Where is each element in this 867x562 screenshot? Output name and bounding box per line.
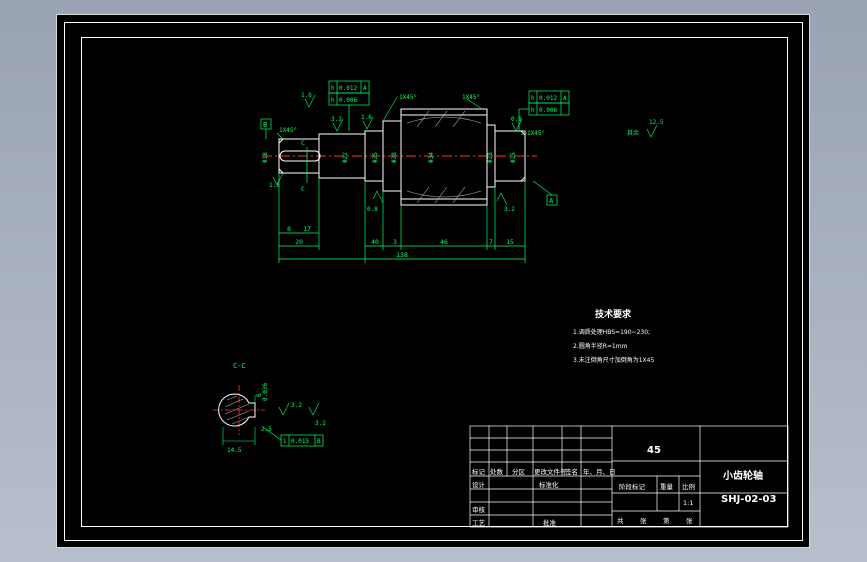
tol-right-1-symbol: h — [531, 95, 535, 102]
tb-stage-label: 阶段标记 — [619, 483, 645, 491]
gear-hatch — [406, 110, 482, 204]
section-dim-tol: 0.036 — [262, 383, 269, 401]
tol-left-2-symbol: h — [331, 97, 335, 104]
tol-left-1-datum: A — [363, 85, 367, 92]
section-tolerance-frame: i 0.015 B — [262, 426, 324, 447]
tb-design-label: 设计 — [472, 481, 485, 489]
tb-standardize-label: 标准化 — [539, 481, 559, 489]
tolerance-frame-right: h 0.012 A h 0.006 — [518, 90, 570, 131]
chamfer-1: 1X45° — [279, 127, 297, 134]
tb-zone-label: 分区 — [512, 468, 525, 476]
dim-138: 138 — [396, 251, 408, 259]
drawing-number: SHJ-02-03 — [721, 494, 777, 505]
chamfer-callouts: 1X45° 1X45° 1X45° 1X45° — [276, 94, 545, 140]
tb-sheet-no-unit: 张 — [686, 517, 693, 525]
section-tol-datum: B — [317, 438, 321, 445]
tb-sign-label: 签名 — [565, 468, 578, 476]
section-mark-bottom: C — [301, 185, 305, 193]
tol-right-2-value: 0.006 — [539, 107, 557, 114]
dim-8: 8 — [287, 225, 291, 233]
tb-sheet-total: 共 — [617, 517, 624, 525]
section-view-cc: C-C 6 0.036 14.5 3.2 3.2 i 0.015 B — [213, 362, 326, 454]
tb-sheet-total-unit: 张 — [640, 517, 647, 525]
dia-28-right: Φ28 — [487, 152, 494, 163]
dim-3: 3 — [393, 238, 397, 246]
datum-b: B — [260, 118, 272, 139]
roughness-symbols — [272, 94, 658, 206]
dim-20: 20 — [295, 238, 303, 246]
tb-changefile-label: 更改文件号 — [534, 468, 567, 476]
dim-40: 40 — [371, 238, 379, 246]
ra-5: 0.8 — [367, 206, 378, 213]
tol-right-2-symbol: h — [531, 107, 535, 114]
section-tol-value: 0.015 — [291, 438, 309, 445]
cad-viewport[interactable]: 8 17 20 40 3 46 7 15 138 Φ18 Φ22 Φ25 Φ28… — [56, 14, 810, 548]
dim-46: 46 — [440, 238, 448, 246]
dim-17: 17 — [303, 225, 311, 233]
section-title: C-C — [233, 362, 246, 370]
datum-a-label: A — [549, 197, 554, 205]
ra-other-note: 其余 — [627, 129, 639, 137]
tb-review-label: 审核 — [472, 506, 485, 514]
tech-requirements-title: 技术要求 — [595, 310, 632, 320]
datum-b-label: B — [263, 121, 267, 129]
ra-3: 1.6 — [361, 114, 372, 121]
chamfer-3: 1X45° — [462, 94, 480, 101]
dia-25-left: Φ25 — [372, 152, 379, 163]
chamfer-4: 1X45° — [527, 130, 545, 137]
main-shaft-view: 8 17 20 40 3 46 7 15 138 Φ18 Φ22 Φ25 Φ28… — [213, 80, 789, 528]
ra-7: 1.6 — [269, 182, 280, 189]
tb-process-label: 工艺 — [472, 519, 485, 527]
material-label: 45 — [647, 445, 661, 456]
tolerance-frame-left: h 0.012 A h 0.006 — [328, 80, 370, 131]
tb-approve-label: 批准 — [543, 519, 556, 527]
section-cut-marks: C C — [301, 139, 308, 193]
tol-left-2-value: 0.006 — [339, 97, 357, 104]
tech-requirement-2: 2.圆角半径R=1mm — [573, 343, 628, 350]
section-ra-2: 3.2 — [315, 420, 326, 427]
dia-18: Φ18 — [262, 152, 269, 163]
ra-other: 12.5 — [649, 119, 664, 126]
ra-6: 3.2 — [504, 206, 515, 213]
tb-date-label: 年、月、日 — [583, 468, 616, 476]
tol-left-1-symbol: h — [331, 85, 335, 92]
part-name: 小齿轮轴 — [723, 471, 763, 482]
tb-sheet-no: 第 — [663, 517, 670, 525]
datum-a: A — [532, 180, 558, 206]
tb-mark-label: 标记 — [472, 468, 485, 476]
tol-left-1-value: 0.012 — [339, 85, 357, 92]
dia-22: Φ22 — [342, 152, 349, 163]
tb-scale-label: 比例 — [682, 483, 695, 491]
tb-scale-value: 1:1 — [683, 499, 694, 507]
tb-weight-label: 重量 — [660, 483, 673, 491]
tol-right-1-value: 0.012 — [539, 95, 557, 102]
chamfer-2: 1X45° — [399, 94, 417, 101]
ra-1: 1.6 — [301, 92, 312, 99]
tech-requirement-1: 1.调质处理HBS=190~230; — [573, 329, 651, 336]
tb-count-label: 处数 — [490, 468, 503, 476]
ra-4: 0.8 — [511, 116, 522, 123]
length-dimensions: 8 17 20 40 3 46 7 15 138 — [287, 225, 514, 259]
dia-34: Φ34 — [428, 152, 435, 163]
dia-28-left: Φ28 — [391, 152, 398, 163]
section-dim-14-5: 14.5 — [227, 447, 242, 454]
section-mark-top: C — [301, 139, 305, 147]
section-tol-symbol: i — [283, 438, 287, 445]
section-ra-1: 3.2 — [291, 402, 302, 409]
dia-25-right: Φ25 — [510, 152, 517, 163]
ra-2: 3.2 — [331, 116, 342, 123]
dim-15: 15 — [506, 238, 514, 246]
tech-requirement-3: 3.未注倒角尺寸加倒角为1X45 — [573, 357, 655, 364]
tol-right-1-datum: A — [563, 95, 567, 102]
dim-7: 7 — [489, 238, 493, 246]
